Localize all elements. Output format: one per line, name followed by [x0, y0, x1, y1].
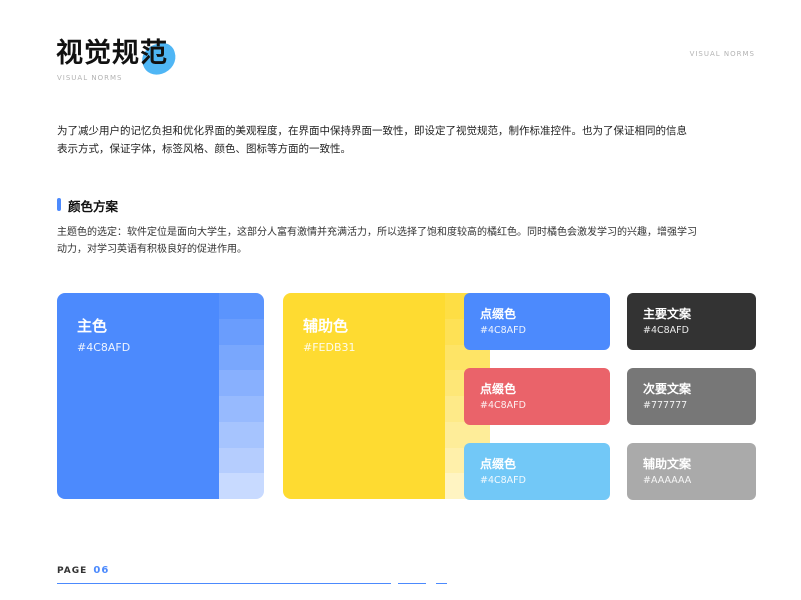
- accent-color-name: 点缀色: [480, 382, 517, 396]
- accent-color-card: 点缀色 #4C8AFD: [464, 368, 610, 425]
- secondary-color-name: 辅助色: [303, 317, 349, 335]
- shade-swatch: [219, 344, 264, 371]
- primary-shade-strip: [219, 293, 264, 499]
- primary-color-hex: #4C8AFD: [77, 341, 131, 354]
- accent-color-card: 点缀色 #4C8AFD: [464, 293, 610, 350]
- shade-swatch: [219, 396, 264, 422]
- footer-divider: [398, 583, 426, 584]
- text-color-name: 辅助文案: [643, 457, 692, 471]
- footer-divider: [436, 583, 447, 584]
- corner-label: VISUAL NORMS: [689, 50, 755, 58]
- secondary-color-card: 辅助色 #FEDB31: [283, 293, 490, 499]
- shade-swatch: [219, 473, 264, 499]
- text-color-card: 次要文案 #777777: [627, 368, 756, 425]
- accent-color-hex: #4C8AFD: [480, 325, 526, 336]
- footer-divider: [57, 583, 391, 584]
- accent-color-hex: #4C8AFD: [480, 400, 526, 411]
- accent-color-card: 点缀色 #4C8AFD: [464, 443, 610, 500]
- shade-swatch: [219, 421, 264, 448]
- primary-color-card: 主色 #4C8AFD: [57, 293, 264, 499]
- page-subtitle: VISUAL NORMS: [57, 74, 123, 82]
- text-color-hex: #777777: [643, 400, 688, 411]
- secondary-color-hex: #FEDB31: [303, 341, 356, 354]
- shade-swatch: [219, 318, 264, 345]
- page-number: 06: [93, 565, 110, 576]
- section-marker: [57, 198, 61, 211]
- text-color-card: 辅助文案 #AAAAAA: [627, 443, 756, 500]
- accent-color-hex: #4C8AFD: [480, 475, 526, 486]
- text-color-name: 次要文案: [643, 382, 692, 396]
- accent-color-name: 点缀色: [480, 307, 517, 321]
- page-indicator: PAGE 06: [57, 565, 109, 576]
- text-color-hex: #4C8AFD: [643, 325, 689, 336]
- page-label: PAGE: [57, 566, 88, 576]
- page-title: 视觉规范: [56, 38, 168, 69]
- shade-swatch: [219, 370, 264, 396]
- accent-color-name: 点缀色: [480, 457, 517, 471]
- shade-swatch: [219, 447, 264, 474]
- intro-paragraph: 为了减少用户的记忆负担和优化界面的美观程度，在界面中保持界面一致性，即设定了视觉…: [57, 125, 687, 155]
- section-description: 主题色的选定：软件定位是面向大学生，这部分人富有激情并充满活力，所以选择了饱和度…: [57, 227, 697, 255]
- primary-color-name: 主色: [77, 317, 108, 335]
- title-block: 视觉规范: [56, 36, 180, 79]
- section-title: 颜色方案: [68, 199, 119, 214]
- shade-swatch: [219, 293, 264, 319]
- text-color-name: 主要文案: [643, 307, 692, 321]
- text-color-hex: #AAAAAA: [643, 475, 692, 486]
- text-color-card: 主要文案 #4C8AFD: [627, 293, 756, 350]
